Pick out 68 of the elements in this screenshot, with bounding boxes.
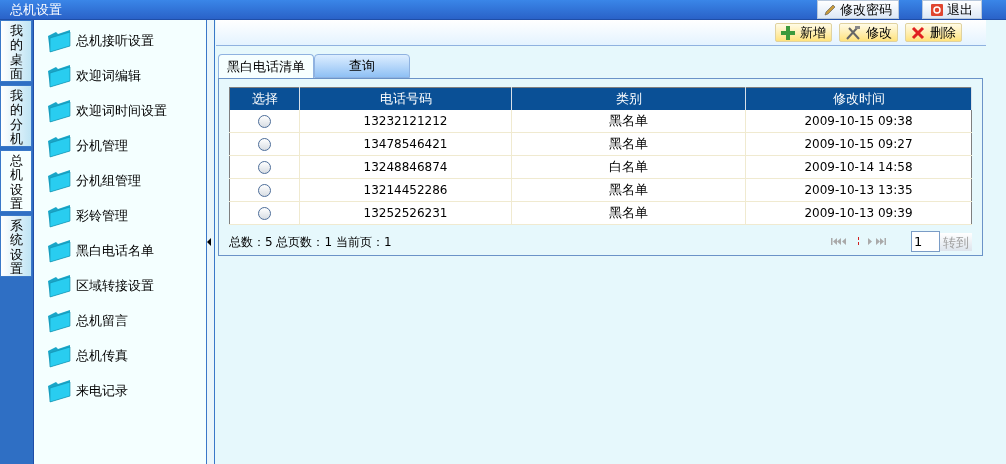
side-tab[interactable]: 总机设置 bbox=[0, 150, 32, 212]
radio-button[interactable] bbox=[258, 138, 271, 151]
table-cell: 2009-10-13 13:35 bbox=[745, 178, 972, 202]
table-cell: 2009-10-13 09:39 bbox=[745, 201, 972, 225]
radio-button[interactable] bbox=[258, 207, 271, 220]
side-tab[interactable]: 我的桌面 bbox=[0, 20, 32, 82]
folder-icon bbox=[46, 238, 72, 263]
sidebar-item[interactable]: 区域转接设置 bbox=[46, 268, 206, 303]
table-cell: 13248846874 bbox=[299, 155, 512, 179]
table-cell: 13214452286 bbox=[299, 178, 512, 202]
pagination-arrows-icon bbox=[831, 237, 887, 246]
folder-icon bbox=[46, 28, 72, 53]
edit-button[interactable]: 修改 bbox=[839, 23, 898, 42]
folder-icon bbox=[46, 133, 72, 158]
splitter[interactable] bbox=[206, 20, 215, 464]
table-cell: 黑名单 bbox=[511, 109, 746, 133]
power-icon bbox=[931, 3, 943, 16]
table-cell: 2009-10-15 09:38 bbox=[745, 109, 972, 133]
table-cell: 13478546421 bbox=[299, 132, 512, 156]
table-cell: 黑名单 bbox=[511, 201, 746, 225]
radio-button[interactable] bbox=[258, 114, 271, 128]
sidebar-item[interactable]: 分机组管理 bbox=[46, 163, 206, 198]
side-tab[interactable]: 系统设置 bbox=[0, 215, 32, 277]
folder-icon bbox=[46, 378, 72, 403]
sidebar-item[interactable]: 欢迎词时间设置 bbox=[46, 93, 206, 128]
folder-icon bbox=[46, 63, 72, 88]
sidebar-item[interactable]: 黑白电话名单 bbox=[46, 233, 206, 268]
folder-icon bbox=[46, 203, 72, 228]
tab[interactable]: 查询 bbox=[314, 54, 410, 78]
add-button[interactable]: 新增 bbox=[775, 23, 832, 42]
table-cell: 黑名单 bbox=[511, 178, 746, 202]
column-header: 类别 bbox=[511, 87, 746, 110]
table-cell: 2009-10-14 14:58 bbox=[745, 155, 972, 179]
sidebar-item[interactable]: 总机接听设置 bbox=[46, 23, 206, 58]
sidebar-item[interactable]: 总机留言 bbox=[46, 303, 206, 338]
delete-button[interactable]: 删除 bbox=[905, 23, 962, 42]
column-header: 选择 bbox=[229, 87, 300, 110]
logout-button[interactable]: 退出 bbox=[922, 0, 982, 19]
folder-icon bbox=[46, 308, 72, 333]
tools-icon bbox=[845, 25, 861, 40]
column-header: 电话号码 bbox=[299, 87, 512, 110]
radio-button[interactable] bbox=[258, 184, 271, 197]
change-password-button[interactable]: 修改密码 bbox=[817, 0, 899, 19]
side-tab[interactable]: 我的分机 bbox=[0, 85, 32, 147]
table-cell: 2009-10-15 09:27 bbox=[745, 132, 972, 156]
sidebar-item[interactable]: 来电记录 bbox=[46, 373, 206, 408]
folder-icon bbox=[46, 98, 72, 123]
folder-icon bbox=[46, 343, 72, 368]
radio-button[interactable] bbox=[258, 161, 271, 174]
page-input[interactable]: 1 bbox=[911, 231, 940, 252]
summary-text: 总数：5 总页数：1 当前页：1 bbox=[229, 233, 392, 251]
folder-icon bbox=[46, 273, 72, 298]
sidebar-item[interactable]: 总机传真 bbox=[46, 338, 206, 373]
table-cell: 白名单 bbox=[511, 155, 746, 179]
plus-icon bbox=[781, 25, 795, 40]
table-cell: 13232121212 bbox=[299, 109, 512, 133]
column-header: 修改时间 bbox=[745, 87, 972, 110]
tab[interactable]: 黑白电话清单 bbox=[218, 54, 314, 78]
table-cell: 黑名单 bbox=[511, 132, 746, 156]
window-title: 总机设置 bbox=[9, 0, 63, 19]
table-cell: 13252526231 bbox=[299, 201, 512, 225]
close-icon bbox=[911, 25, 925, 40]
collapse-arrow-icon bbox=[207, 238, 211, 246]
pencil-icon bbox=[824, 3, 836, 16]
sidebar-item[interactable]: 分机管理 bbox=[46, 128, 206, 163]
sidebar-item[interactable]: 欢迎词编辑 bbox=[46, 58, 206, 93]
sidebar-item[interactable]: 彩铃管理 bbox=[46, 198, 206, 233]
folder-icon bbox=[46, 168, 72, 193]
